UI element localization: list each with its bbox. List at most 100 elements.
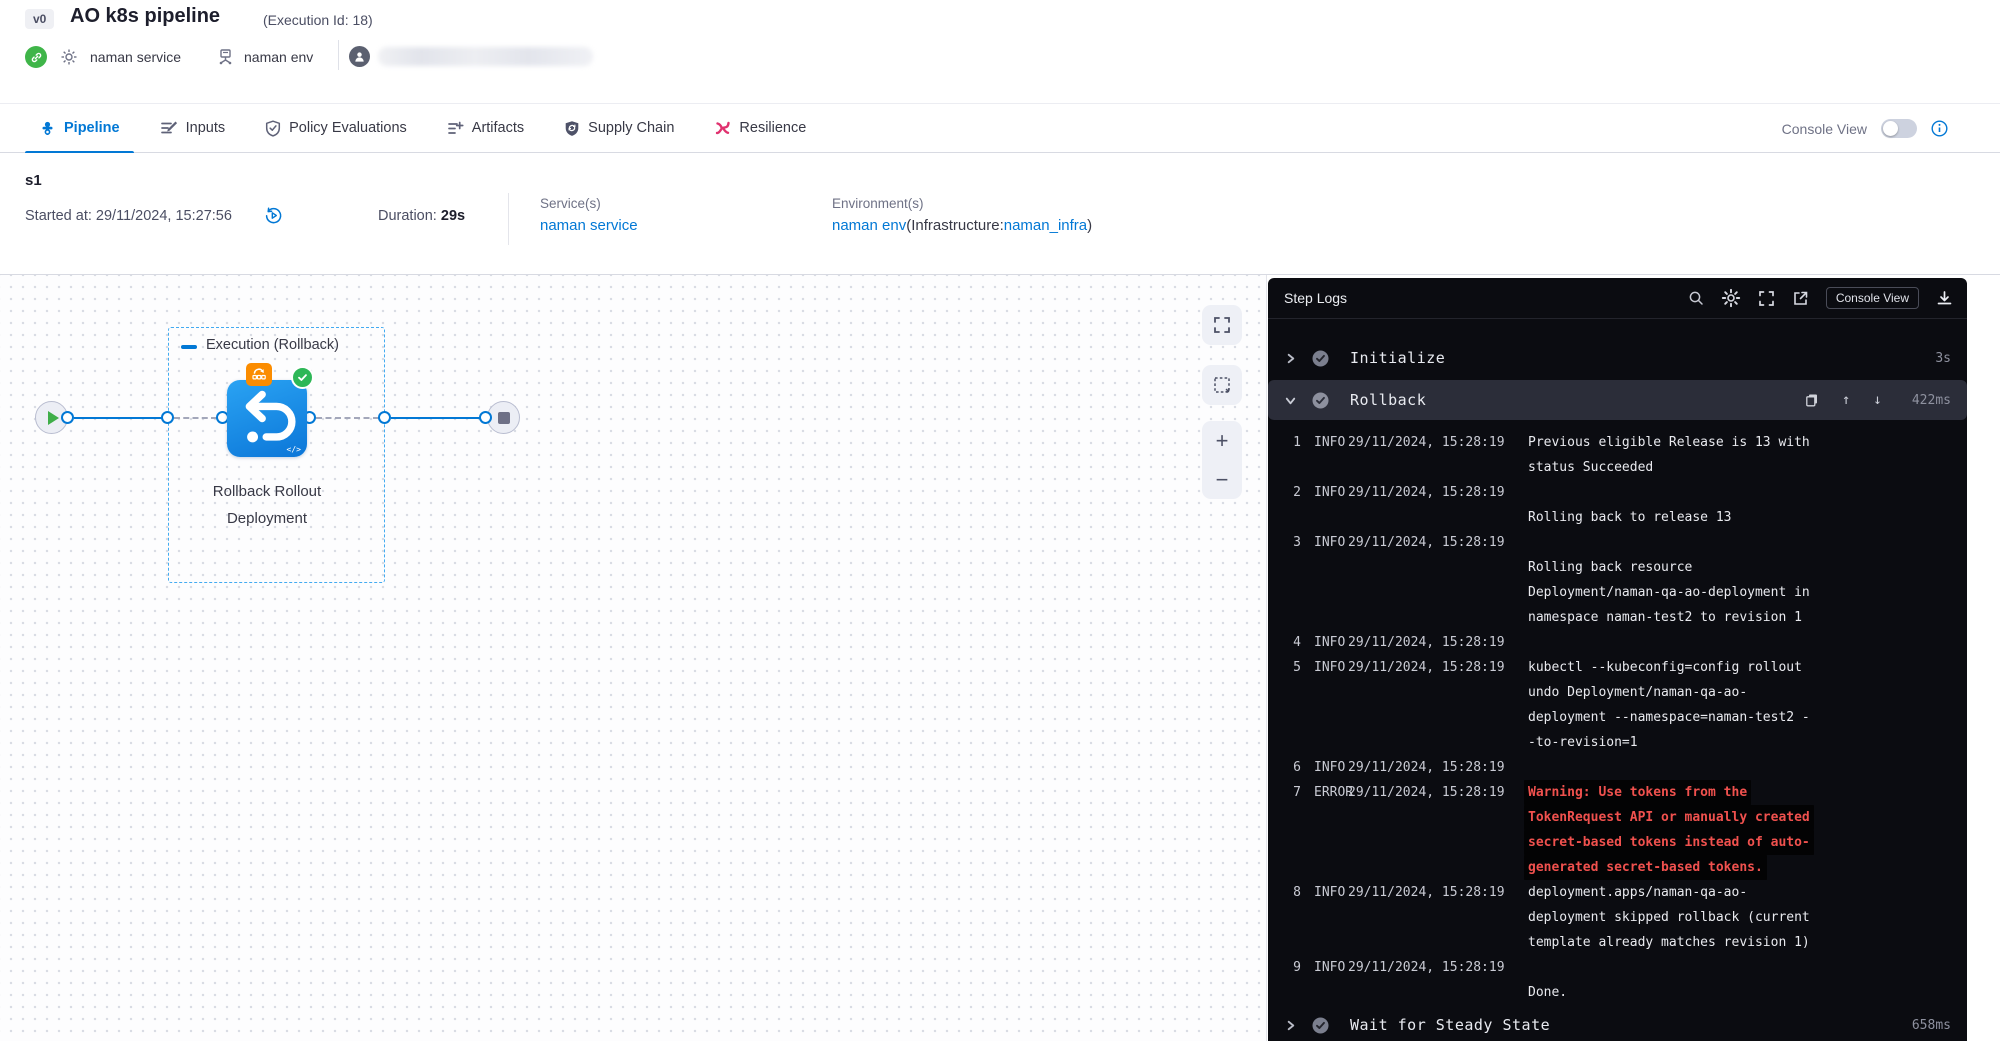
log-line-number: 8 — [1282, 880, 1301, 905]
execution-history-icon[interactable] — [264, 206, 283, 225]
log-row: status Succeeded — [1268, 455, 1967, 480]
fit-to-screen-button[interactable] — [1202, 305, 1242, 345]
tab-icon — [564, 120, 580, 137]
copy-logs-icon[interactable] — [1805, 393, 1819, 407]
port — [61, 411, 74, 424]
tab-supply-chain[interactable]: Supply Chain — [550, 104, 688, 153]
marquee-select-button[interactable] — [1202, 365, 1242, 405]
log-message: deployment --namespace=naman-test2 - — [1528, 705, 1810, 730]
scroll-to-bottom-icon[interactable]: ↓ — [1873, 392, 1881, 408]
log-timestamp: 29/11/2024, 15:28:19 — [1348, 780, 1505, 805]
header-environment-name[interactable]: naman env — [244, 49, 313, 65]
environment-link: naman env(Infrastructure:naman_infra) — [832, 217, 1092, 234]
scroll-to-top-icon[interactable]: ↑ — [1842, 392, 1850, 408]
log-row: template already matches revision 1) — [1268, 930, 1967, 955]
service-link[interactable]: naman service — [540, 217, 638, 234]
tab-artifacts[interactable]: Artifacts — [433, 104, 538, 153]
log-level: INFO — [1314, 880, 1345, 905]
execution-tab-bar: Pipeline Inputs Policy Evaluations Artif… — [0, 103, 2000, 153]
infrastructure-link[interactable]: naman_infra — [1004, 217, 1087, 234]
section-duration: 3s — [1935, 351, 1951, 366]
environments-label: Environment(s) — [832, 196, 924, 211]
log-level: INFO — [1314, 655, 1345, 680]
tab-policy-evaluations[interactable]: Policy Evaluations — [251, 104, 421, 153]
tab-icon — [160, 120, 178, 136]
play-icon — [48, 411, 59, 425]
log-search-icon[interactable] — [1688, 290, 1704, 306]
log-row: secret-based tokens instead of auto- — [1268, 830, 1967, 855]
console-view-label: Console View — [1782, 121, 1867, 137]
section-duration: 658ms — [1912, 1018, 1951, 1033]
collapse-group-button[interactable] — [181, 345, 197, 349]
log-message: template already matches revision 1) — [1528, 930, 1810, 955]
execution-header: v0 AO k8s pipeline (Execution Id: 18) na… — [0, 0, 2000, 103]
log-message: TokenRequest API or manually created — [1524, 805, 1814, 830]
tab-inputs[interactable]: Inputs — [146, 104, 240, 153]
log-section-initialize[interactable]: Initialize 3s — [1268, 338, 1967, 378]
header-service-name[interactable]: naman service — [90, 49, 181, 65]
pipeline-title: AO k8s pipeline — [70, 5, 220, 28]
step-logs-title: Step Logs — [1284, 290, 1688, 306]
zoom-in-button[interactable]: + — [1216, 430, 1229, 452]
log-message: status Succeeded — [1528, 455, 1653, 480]
open-in-new-icon[interactable] — [1792, 290, 1809, 307]
version-badge: v0 — [25, 9, 54, 29]
chevron-right-icon[interactable] — [1284, 352, 1299, 365]
success-check-icon — [1312, 1017, 1329, 1034]
user-avatar — [349, 46, 370, 67]
tab-icon — [714, 120, 731, 136]
edge-start-to-group — [74, 417, 162, 419]
log-row: 2 INFO 29/11/2024, 15:28:19 — [1268, 480, 1967, 505]
success-check-icon — [1312, 350, 1329, 367]
log-timestamp: 29/11/2024, 15:28:19 — [1348, 955, 1505, 980]
log-line-number: 5 — [1282, 655, 1301, 680]
log-output: 1 INFO 29/11/2024, 15:28:19 Previous eli… — [1268, 430, 1967, 1005]
log-level: INFO — [1314, 630, 1345, 655]
log-settings-icon[interactable] — [1721, 288, 1741, 308]
log-row: Rolling back to release 13 — [1268, 505, 1967, 530]
log-message: generated secret-based tokens. — [1524, 855, 1767, 880]
rollback-step-node[interactable]: </> — [227, 380, 307, 457]
log-row: -to-revision=1 — [1268, 730, 1967, 755]
environment-name-link[interactable]: naman env — [832, 217, 906, 234]
execution-id: (Execution Id: 18) — [263, 12, 373, 28]
pipeline-canvas[interactable]: Execution (Rollback) </> Rollback Rollou… — [0, 275, 1267, 1041]
log-line-number: 1 — [1282, 430, 1301, 455]
tab-resilience[interactable]: Resilience — [700, 104, 820, 153]
log-level: INFO — [1314, 430, 1345, 455]
log-timestamp: 29/11/2024, 15:28:19 — [1348, 655, 1505, 680]
chevron-down-icon[interactable] — [1284, 394, 1299, 407]
log-section-rollback[interactable]: Rollback ↑ ↓ 422ms — [1268, 380, 1967, 420]
log-row: undo Deployment/naman-qa-ao- — [1268, 680, 1967, 705]
log-line-number: 9 — [1282, 955, 1301, 980]
stage-name: s1 — [25, 172, 42, 189]
log-line-number: 2 — [1282, 480, 1301, 505]
log-message: namespace naman-test2 to revision 1 — [1528, 605, 1802, 630]
chevron-right-icon[interactable] — [1284, 1019, 1299, 1032]
port — [378, 411, 391, 424]
log-line-number: 7 — [1282, 780, 1301, 805]
toggle-knob — [1883, 121, 1898, 136]
log-row: deployment --namespace=naman-test2 - — [1268, 705, 1967, 730]
log-row: TokenRequest API or manually created — [1268, 805, 1967, 830]
tab-pipeline[interactable]: Pipeline — [25, 104, 134, 153]
log-row: 6 INFO 29/11/2024, 15:28:19 — [1268, 755, 1967, 780]
log-message: -to-revision=1 — [1528, 730, 1638, 755]
log-row: namespace naman-test2 to revision 1 — [1268, 605, 1967, 630]
tab-icon — [265, 120, 281, 137]
info-icon[interactable] — [1931, 120, 1948, 137]
log-section-wait-for-steady-state[interactable]: Wait for Steady State 658ms — [1268, 1006, 1967, 1041]
zoom-out-button[interactable]: − — [1216, 469, 1229, 491]
console-view-toggle[interactable] — [1881, 119, 1917, 138]
log-message: deployment.apps/naman-qa-ao- — [1528, 880, 1747, 905]
log-level: INFO — [1314, 480, 1345, 505]
zoom-controls: + − — [1202, 421, 1242, 499]
log-row: 5 INFO 29/11/2024, 15:28:19 kubectl --ku… — [1268, 655, 1967, 680]
log-fullscreen-icon[interactable] — [1758, 290, 1775, 307]
success-check-icon — [291, 366, 314, 389]
download-logs-icon[interactable] — [1936, 290, 1953, 307]
group-title: Execution (Rollback) — [206, 337, 339, 353]
console-view-button[interactable]: Console View — [1826, 287, 1919, 309]
log-line-number: 4 — [1282, 630, 1301, 655]
redacted-user-text — [378, 47, 593, 66]
